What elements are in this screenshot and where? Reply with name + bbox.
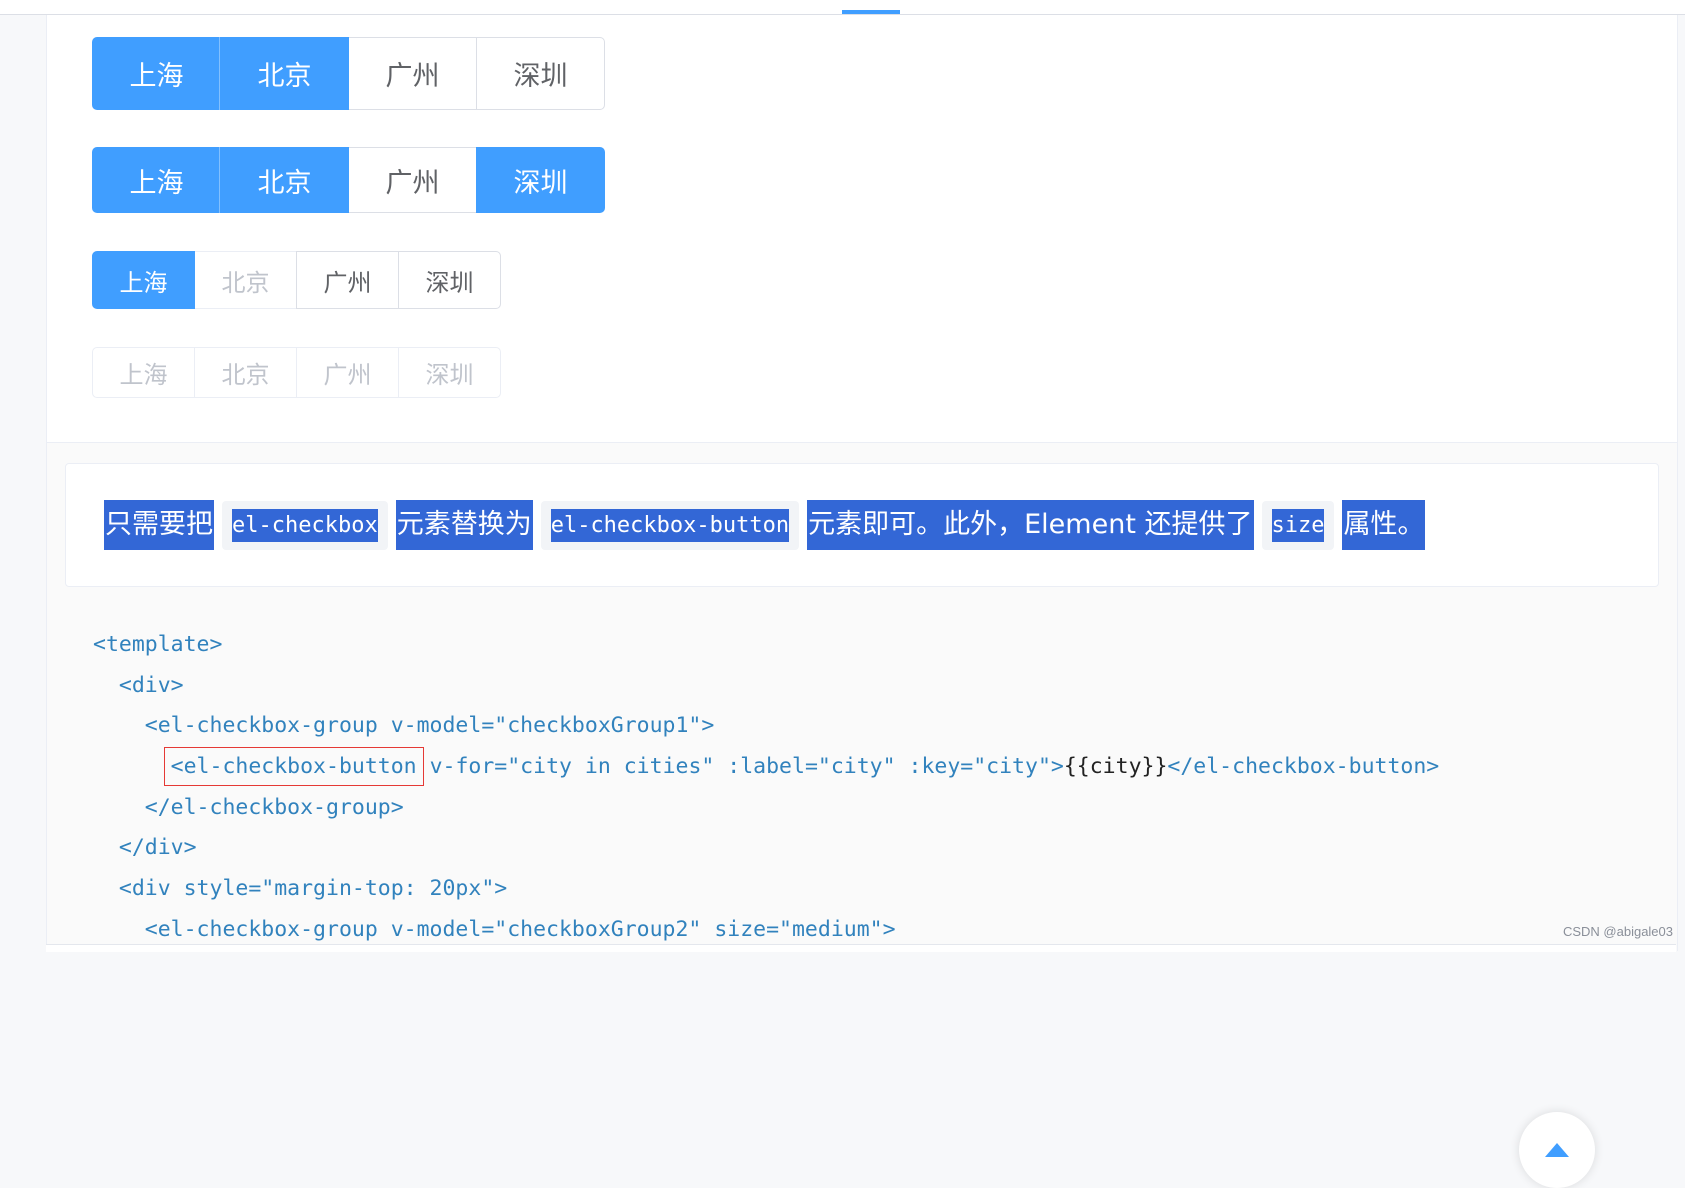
- active-tab-indicator: [842, 10, 900, 14]
- checkbox-button[interactable]: 深圳: [476, 147, 605, 213]
- checkbox-button: 北京: [194, 347, 297, 398]
- checkbox-button[interactable]: 广州: [296, 251, 399, 309]
- code-line: <template>: [93, 632, 223, 657]
- checkbox-button[interactable]: 上海: [92, 37, 221, 110]
- code-section: 只需要把 el-checkbox 元素替换为 el-checkbox-butto…: [47, 443, 1677, 1188]
- highlighted-el-checkbox-button: <el-checkbox-button: [163, 747, 424, 787]
- desc-text-part1: 只需要把: [104, 500, 214, 550]
- caret-up-icon: [1545, 1143, 1569, 1157]
- checkbox-button-group-mini: 上海 北京 广州 深圳: [92, 347, 501, 398]
- checkbox-button-group-medium: 上海 北京 广州 深圳: [92, 147, 605, 213]
- code-block[interactable]: <template> <div> <el-checkbox-group v-mo…: [93, 625, 1439, 951]
- code-line: </el-checkbox-group>: [93, 794, 404, 820]
- checkbox-button: 深圳: [398, 347, 501, 398]
- desc-text-part4: 属性。: [1342, 500, 1426, 550]
- checkbox-button-group-small: 上海 北京 广州 深圳: [92, 251, 501, 309]
- description-box: 只需要把 el-checkbox 元素替换为 el-checkbox-butto…: [65, 463, 1659, 587]
- code-line: </div>: [93, 835, 197, 861]
- back-to-top-button[interactable]: [1519, 1112, 1595, 1188]
- checkbox-button[interactable]: 广州: [348, 147, 477, 213]
- code-line-highlighted: <el-checkbox-button v-for="city in citie…: [163, 747, 1440, 787]
- checkbox-button-group-default: 上海 北京 广州 深圳: [92, 37, 605, 110]
- checkbox-button[interactable]: 深圳: [476, 37, 605, 110]
- checkbox-button: 广州: [296, 347, 399, 398]
- checkbox-button: 上海: [92, 347, 195, 398]
- description-text: 只需要把 el-checkbox 元素替换为 el-checkbox-butto…: [104, 500, 1426, 550]
- checkbox-button: 北京: [194, 251, 297, 309]
- demo-preview: 上海 北京 广州 深圳 上海 北京 广州 深圳 上海 北京 广州 深圳 上海 北京 广州 深圳: [47, 15, 1677, 443]
- code-line: <div style="margin-top: 20px">: [93, 876, 508, 902]
- checkbox-button[interactable]: 广州: [348, 37, 477, 110]
- checkbox-button[interactable]: 上海: [92, 251, 195, 309]
- desc-code-el-checkbox-button: el-checkbox-button: [540, 500, 800, 550]
- desc-code-size: size: [1261, 500, 1335, 550]
- desc-code-el-checkbox: el-checkbox: [222, 500, 388, 550]
- code-line: <el-checkbox-group v-model="checkboxGrou…: [93, 713, 715, 739]
- checkbox-button[interactable]: 北京: [220, 147, 349, 213]
- checkbox-button[interactable]: 上海: [92, 147, 221, 213]
- desc-text-part3: 元素即可。此外，Element 还提供了: [807, 500, 1254, 550]
- code-line: <div>: [93, 672, 184, 698]
- watermark: CSDN @abigale03: [1562, 924, 1673, 939]
- checkbox-button[interactable]: 深圳: [398, 251, 501, 309]
- demo-panel: 上海 北京 广州 深圳 上海 北京 广州 深圳 上海 北京 广州 深圳 上海 北京 广州 深圳 只需要把…: [46, 15, 1678, 1188]
- checkbox-button[interactable]: 北京: [220, 37, 349, 110]
- desc-text-part2: 元素替换为: [395, 500, 533, 550]
